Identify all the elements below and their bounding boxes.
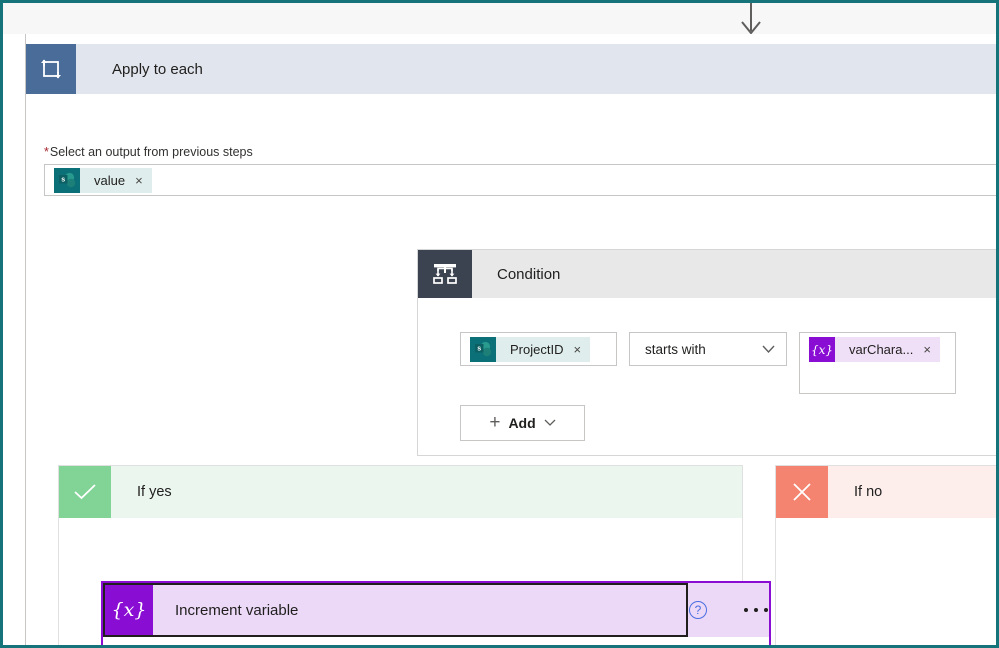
token-remove-icon[interactable]: × [923,343,931,356]
token-value-body: value × [80,167,152,193]
condition-operator-dropdown[interactable]: starts with [629,332,787,366]
apply-to-each-scope[interactable]: Apply to each *Select an output from pre… [25,34,996,645]
token-projectid[interactable]: s ProjectID × [470,336,591,362]
condition-card[interactable]: Condition s ProjectID × starts with {x} … [417,249,996,456]
increment-variable-header: {x} Increment variable ? [103,583,769,637]
token-varchara[interactable]: {x} varChara... × [809,337,940,362]
branch-if-no[interactable]: If no [775,465,996,645]
increment-variable-title-box[interactable]: {x} Increment variable [103,583,688,637]
sharepoint-icon: s [54,167,80,193]
chevron-down-icon [544,419,556,426]
branch-if-yes-header: If yes [59,466,742,518]
apply-to-each-header[interactable]: Apply to each [26,44,996,94]
token-remove-icon[interactable]: × [135,174,143,187]
condition-title: Condition [497,265,561,283]
increment-variable-card[interactable]: {x} Increment variable ? *Name varCount [101,581,771,645]
apply-to-each-body: *Select an output from previous steps s … [26,94,996,645]
plus-icon: + [489,412,501,433]
condition-left-operand[interactable]: s ProjectID × [460,332,617,366]
connector-arrow-icon [741,21,761,35]
branch-if-no-header: If no [776,466,996,518]
condition-expression-row: s ProjectID × starts with {x} varChara..… [460,332,956,394]
condition-operator-value: starts with [645,341,706,357]
loop-icon [26,44,76,94]
add-button-label: Add [508,415,536,431]
canvas-top-strip [3,3,996,35]
checkmark-icon [59,466,111,518]
output-field-label: *Select an output from previous steps [44,145,253,159]
branch-if-no-label: If no [854,484,883,500]
required-indicator: * [44,145,49,159]
condition-branch-icon [418,250,472,298]
apply-to-each-title: Apply to each [112,60,203,78]
token-value[interactable]: s value × [54,167,152,193]
token-remove-icon[interactable]: × [573,343,581,356]
variable-icon: {x} [809,337,835,362]
token-varchara-body: varChara... × [835,337,940,362]
token-projectid-body: ProjectID × [496,336,591,362]
condition-header[interactable]: Condition [418,250,996,298]
add-condition-button[interactable]: + Add [460,405,585,441]
chevron-down-icon [762,345,775,353]
output-token-input[interactable]: s value × [44,164,996,196]
close-x-icon [776,466,828,518]
branch-if-yes-label: If yes [137,484,172,500]
condition-right-operand[interactable]: {x} varChara... × [799,332,956,394]
svg-text:s: s [477,346,481,353]
flow-designer-canvas: Apply to each *Select an output from pre… [0,0,999,648]
ellipsis-icon[interactable] [731,601,781,619]
variable-icon: {x} [105,585,153,635]
increment-variable-title: Increment variable [175,601,299,619]
svg-text:s: s [61,177,65,184]
sharepoint-icon: s [470,336,496,362]
help-icon[interactable]: ? [689,601,707,619]
